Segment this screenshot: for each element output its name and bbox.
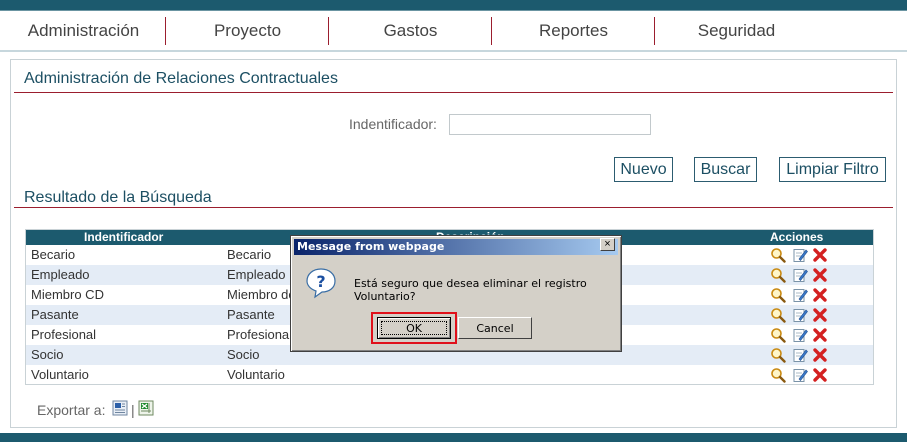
nav-reportes[interactable]: Reportes: [492, 17, 655, 45]
view-icon[interactable]: [770, 267, 786, 283]
nav-bottom-line: [0, 50, 907, 52]
delete-icon[interactable]: [812, 287, 828, 303]
nav-gastos[interactable]: Gastos: [329, 17, 492, 45]
confirm-dialog: Message from webpage × ? Está seguro que…: [290, 235, 622, 352]
edit-icon[interactable]: [792, 307, 808, 323]
delete-icon[interactable]: [812, 307, 828, 323]
cell-identifier: Empleado: [31, 267, 90, 282]
main-nav: Administración Proyecto Gastos Reportes …: [2, 11, 905, 52]
row-actions: [770, 307, 830, 323]
nav-proyecto[interactable]: Proyecto: [166, 17, 329, 45]
nav-administracion[interactable]: Administración: [2, 17, 165, 45]
edit-icon[interactable]: [792, 347, 808, 363]
cell-identifier: Miembro CD: [31, 287, 104, 302]
delete-icon[interactable]: [812, 247, 828, 263]
row-actions: [770, 247, 830, 263]
edit-icon[interactable]: [792, 367, 808, 383]
cell-identifier: Profesional: [31, 327, 97, 342]
table-row: Voluntario Voluntario: [26, 365, 873, 385]
bottom-bar: [0, 433, 907, 442]
cell-identifier: Becario: [31, 247, 76, 262]
export-separator: |: [131, 402, 135, 418]
identifier-input[interactable]: [449, 114, 651, 135]
cell-identifier: Socio: [31, 347, 64, 362]
view-icon[interactable]: [770, 307, 786, 323]
row-actions: [770, 327, 830, 343]
svg-text:?: ?: [316, 272, 325, 291]
close-icon[interactable]: ×: [600, 238, 615, 251]
delete-icon[interactable]: [812, 327, 828, 343]
view-icon[interactable]: [770, 327, 786, 343]
row-actions: [770, 287, 830, 303]
delete-icon[interactable]: [812, 347, 828, 363]
edit-icon[interactable]: [792, 267, 808, 283]
edit-icon[interactable]: [792, 287, 808, 303]
view-icon[interactable]: [770, 247, 786, 263]
export-excel-icon[interactable]: [138, 400, 154, 416]
top-bar: [0, 0, 907, 10]
ok-button[interactable]: OK: [377, 317, 451, 339]
cell-identifier: Voluntario: [31, 367, 89, 382]
nav-seguridad[interactable]: Seguridad: [655, 17, 818, 45]
dialog-title: Message from webpage: [294, 239, 618, 255]
results-title: Resultado de la Búsqueda: [24, 189, 212, 206]
row-actions: [770, 347, 830, 363]
export-label: Exportar a:: [37, 402, 106, 418]
question-icon: ?: [306, 268, 336, 299]
page-title: Administración de Relaciones Contractual…: [24, 70, 338, 87]
cancel-button[interactable]: Cancel: [458, 317, 532, 339]
row-actions: [770, 267, 830, 283]
title-divider: [14, 92, 893, 93]
delete-icon[interactable]: [812, 267, 828, 283]
ok-label: OK: [406, 321, 422, 335]
edit-icon[interactable]: [792, 247, 808, 263]
results-divider: [14, 207, 893, 208]
clear-filter-button[interactable]: Limpiar Filtro: [779, 157, 886, 182]
delete-icon[interactable]: [812, 367, 828, 383]
row-actions: [770, 367, 830, 383]
cell-description: Voluntario: [227, 367, 285, 382]
export-word-icon[interactable]: [112, 400, 128, 416]
cell-identifier: Pasante: [31, 307, 79, 322]
edit-icon[interactable]: [792, 327, 808, 343]
dialog-message: Está seguro que desea eliminar el regist…: [354, 277, 587, 303]
view-icon[interactable]: [770, 287, 786, 303]
header-actions: Acciones: [770, 230, 824, 244]
identifier-label: Indentificador:: [349, 116, 437, 132]
view-icon[interactable]: [770, 367, 786, 383]
view-icon[interactable]: [770, 347, 786, 363]
search-button[interactable]: Buscar: [694, 157, 757, 182]
new-button[interactable]: Nuevo: [614, 157, 673, 182]
header-identifier[interactable]: Indentificador: [84, 230, 163, 245]
